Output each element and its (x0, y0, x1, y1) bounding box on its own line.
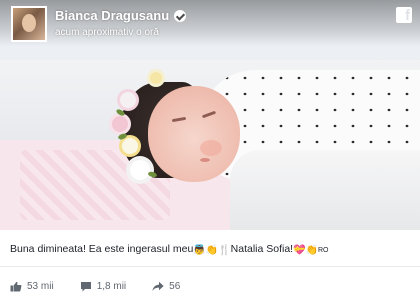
facebook-post: Bianca Dragusanu acum aproximativ o oră … (0, 0, 420, 307)
photo-towel (230, 150, 420, 230)
fork-knife-emoji-icon: 🍴 (218, 245, 231, 256)
photo-baby-face (148, 86, 240, 182)
flower-crown-flower (122, 138, 138, 154)
comments-count: 1,8 mii (96, 281, 127, 292)
post-caption: Buna dimineata! Ea este ingerasul meu👼👏🍴… (10, 243, 329, 256)
flower-crown-flower (130, 160, 150, 180)
photo-baby-cheek (200, 140, 222, 156)
caption-suffix: RO (318, 247, 329, 254)
shares-stat[interactable]: 56 (152, 281, 180, 292)
likes-count: 53 mii (27, 281, 54, 292)
caption-text: Buna dimineata! Ea este ingerasul meu (10, 243, 194, 255)
verified-badge-icon (174, 9, 187, 22)
post-timestamp[interactable]: acum aproximativ o oră (55, 27, 159, 38)
photo-baby-mouth (200, 158, 210, 162)
facebook-logo-icon[interactable]: f (396, 7, 412, 24)
speech-bubble-icon (80, 281, 92, 292)
clapping-emoji-icon: 👏 (205, 245, 219, 256)
likes-stat[interactable]: 53 mii (10, 281, 54, 292)
flower-crown-flower (112, 116, 128, 132)
post-stats: 53 mii 1,8 mii 56 (10, 281, 206, 292)
stats-divider (0, 266, 420, 267)
flower-crown-flower (150, 72, 162, 84)
clapping-emoji-icon: 👏 (305, 245, 318, 256)
shares-count: 56 (169, 281, 181, 292)
caption-name: Natalia Sofia! (230, 243, 294, 255)
share-arrow-icon (152, 281, 164, 292)
comments-stat[interactable]: 1,8 mii (80, 281, 126, 292)
author-avatar[interactable] (11, 6, 47, 42)
flower-crown-flower (120, 92, 136, 108)
heart-gift-emoji-icon: 💝 (293, 245, 306, 256)
author-name[interactable]: Bianca Dragusanu (55, 8, 169, 23)
header-shade (0, 0, 420, 46)
angel-emoji-icon: 👼 (193, 245, 206, 256)
author-row: Bianca Dragusanu (55, 8, 187, 23)
post-photo[interactable]: Bianca Dragusanu acum aproximativ o oră … (0, 0, 420, 230)
thumbs-up-icon (10, 281, 22, 292)
